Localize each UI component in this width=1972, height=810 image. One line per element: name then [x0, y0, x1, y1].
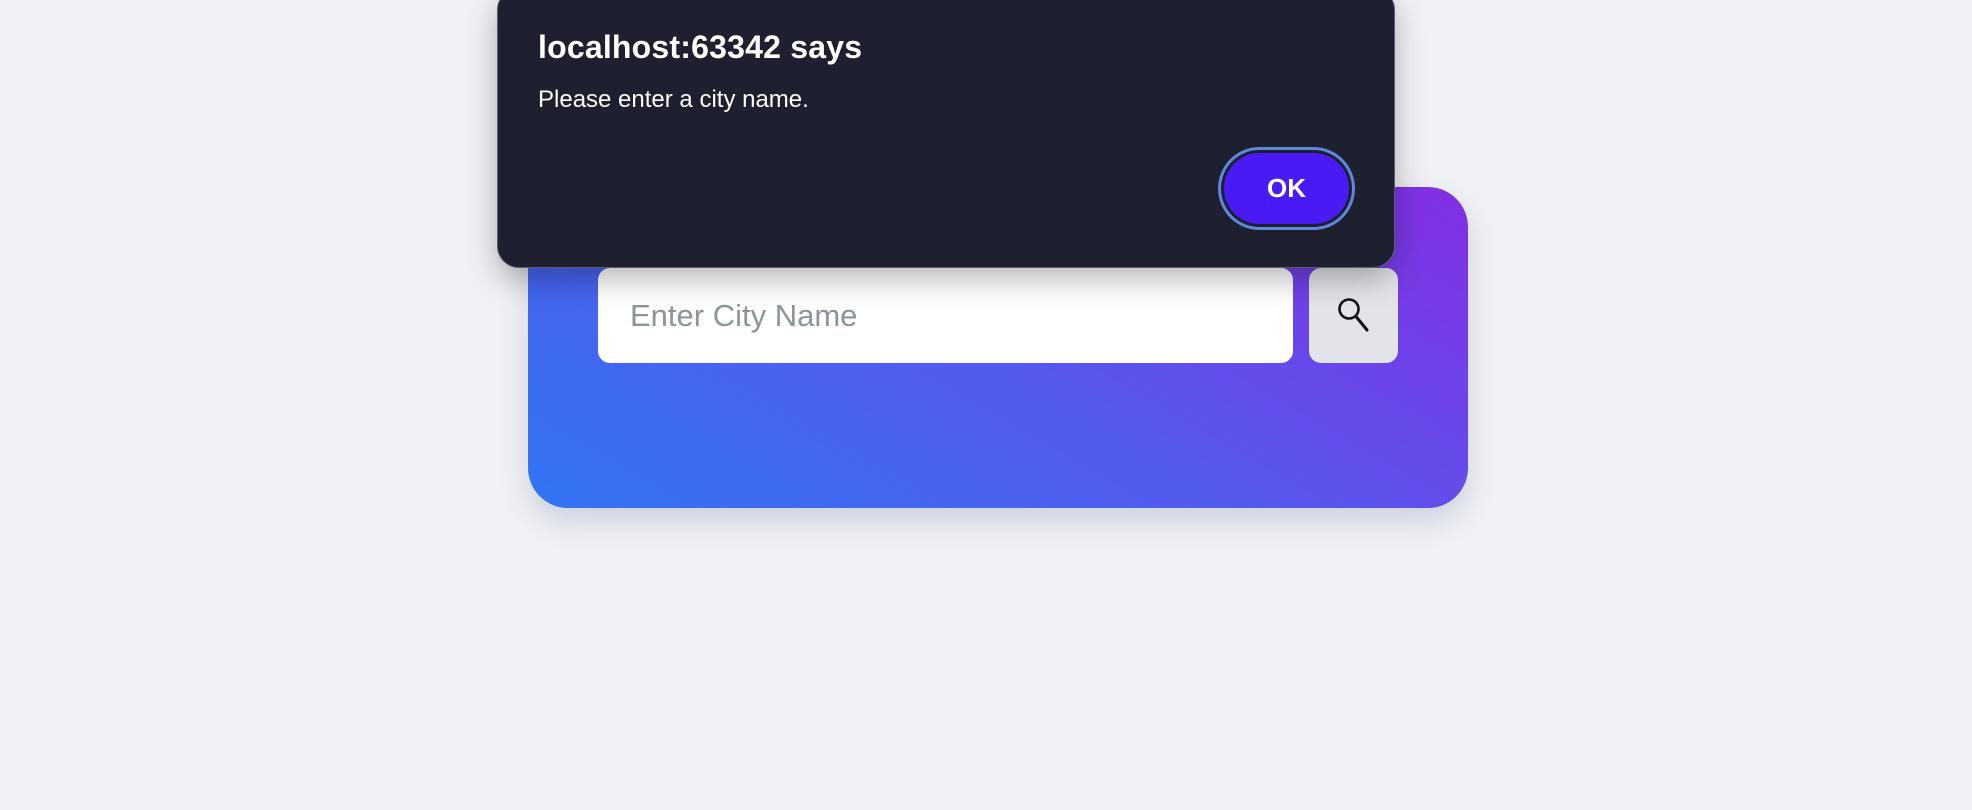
alert-title: localhost:63342 says: [538, 29, 863, 65]
ok-button[interactable]: OK: [1221, 150, 1352, 227]
city-search-input[interactable]: [598, 268, 1293, 363]
alert-message: Please enter a city name.: [538, 86, 809, 113]
alert-dialog: localhost:63342 says Please enter a city…: [497, 0, 1395, 268]
search-icon: [1336, 296, 1372, 336]
search-button[interactable]: [1309, 268, 1398, 363]
